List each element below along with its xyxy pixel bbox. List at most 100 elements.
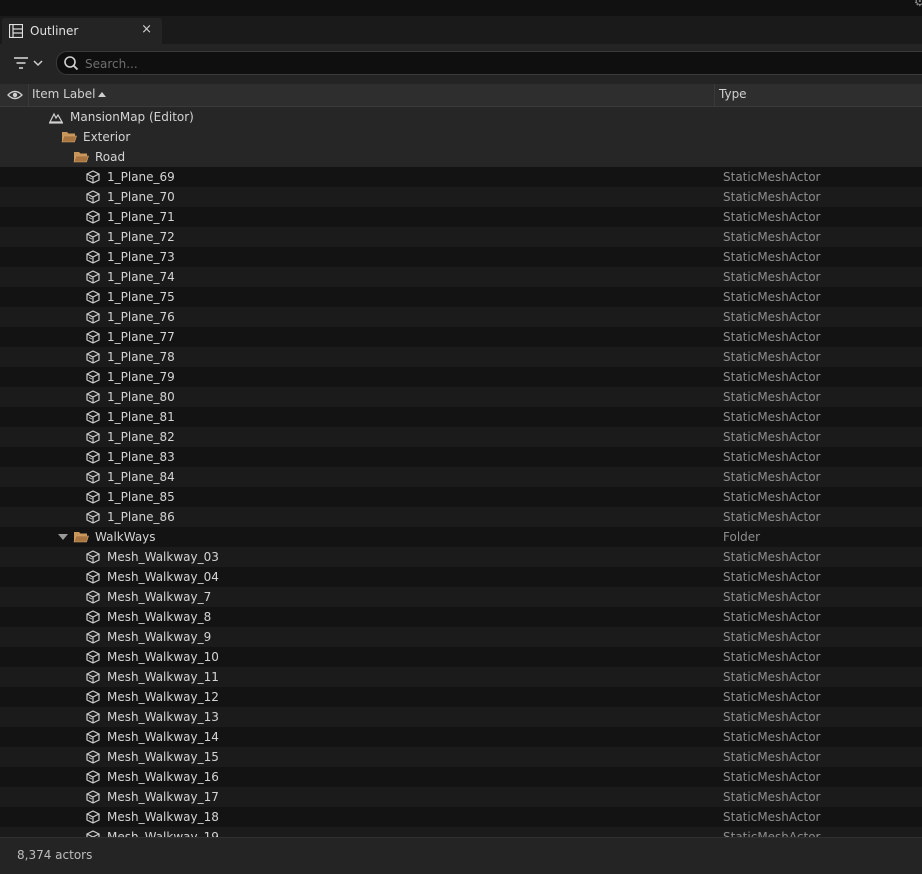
table-row[interactable]: 1_Plane_71 StaticMeshActor: [0, 207, 922, 227]
table-row[interactable]: Mesh_Walkway_7 StaticMeshActor: [0, 587, 922, 607]
outliner-toolbar: [0, 44, 922, 84]
table-row[interactable]: 1_Plane_69 StaticMeshActor: [0, 167, 922, 187]
folder-row[interactable]: Road: [0, 147, 922, 167]
static-mesh-icon: [85, 709, 101, 725]
item-label: MansionMap (Editor): [70, 110, 194, 124]
table-row[interactable]: 1_Plane_79 StaticMeshActor: [0, 367, 922, 387]
item-type: StaticMeshActor: [723, 670, 821, 684]
table-row[interactable]: 1_Plane_75 StaticMeshActor: [0, 287, 922, 307]
tab-title: Outliner: [30, 24, 79, 38]
table-row[interactable]: 1_Plane_70 StaticMeshActor: [0, 187, 922, 207]
item-label: Mesh_Walkway_10: [107, 650, 219, 664]
static-mesh-icon: [85, 509, 101, 525]
table-row[interactable]: 1_Plane_80 StaticMeshActor: [0, 387, 922, 407]
static-mesh-icon: [85, 669, 101, 685]
item-label: Road: [95, 150, 126, 164]
table-row[interactable]: 1_Plane_76 StaticMeshActor: [0, 307, 922, 327]
item-type: StaticMeshActor: [723, 730, 821, 744]
item-type: StaticMeshActor: [723, 350, 821, 364]
table-row[interactable]: Mesh_Walkway_14 StaticMeshActor: [0, 727, 922, 747]
static-mesh-icon: [85, 269, 101, 285]
table-row[interactable]: 1_Plane_83 StaticMeshActor: [0, 447, 922, 467]
item-type: StaticMeshActor: [723, 750, 821, 764]
table-row[interactable]: Mesh_Walkway_16 StaticMeshActor: [0, 767, 922, 787]
close-icon[interactable]: ×: [141, 22, 152, 37]
static-mesh-icon: [85, 349, 101, 365]
item-type: StaticMeshActor: [723, 470, 821, 484]
item-label: Mesh_Walkway_17: [107, 790, 219, 804]
item-type: StaticMeshActor: [723, 550, 821, 564]
static-mesh-icon: [85, 429, 101, 445]
table-row[interactable]: Mesh_Walkway_03 StaticMeshActor: [0, 547, 922, 567]
table-row[interactable]: 1_Plane_73 StaticMeshActor: [0, 247, 922, 267]
table-row[interactable]: Mesh_Walkway_13 StaticMeshActor: [0, 707, 922, 727]
static-mesh-icon: [85, 769, 101, 785]
table-row[interactable]: Mesh_Walkway_11 StaticMeshActor: [0, 667, 922, 687]
table-row[interactable]: 1_Plane_77 StaticMeshActor: [0, 327, 922, 347]
item-type: StaticMeshActor: [723, 410, 821, 424]
item-label: 1_Plane_81: [107, 410, 175, 424]
table-row[interactable]: Mesh_Walkway_18 StaticMeshActor: [0, 807, 922, 827]
item-type: StaticMeshActor: [723, 490, 821, 504]
table-row[interactable]: Mesh_Walkway_8 StaticMeshActor: [0, 607, 922, 627]
gear-icon[interactable]: ⚙: [913, 0, 922, 10]
folder-row[interactable]: MansionMap (Editor): [0, 107, 922, 127]
item-label: Mesh_Walkway_03: [107, 550, 219, 564]
item-type: StaticMeshActor: [723, 710, 821, 724]
table-row[interactable]: 1_Plane_81 StaticMeshActor: [0, 407, 922, 427]
item-type: StaticMeshActor: [723, 590, 821, 604]
table-row[interactable]: 1_Plane_85 StaticMeshActor: [0, 487, 922, 507]
table-row[interactable]: 1_Plane_82 StaticMeshActor: [0, 427, 922, 447]
item-label: 1_Plane_80: [107, 390, 175, 404]
filter-dropdown-icon[interactable]: [12, 54, 48, 74]
tab-outliner[interactable]: Outliner ×: [2, 18, 162, 44]
table-row[interactable]: Mesh_Walkway_19 StaticMeshActor: [0, 827, 922, 837]
table-row[interactable]: 1_Plane_86 StaticMeshActor: [0, 507, 922, 527]
table-row[interactable]: Mesh_Walkway_17 StaticMeshActor: [0, 787, 922, 807]
table-row[interactable]: Mesh_Walkway_10 StaticMeshActor: [0, 647, 922, 667]
eye-icon: [7, 90, 23, 100]
folder-row[interactable]: Exterior: [0, 127, 922, 147]
item-label: Mesh_Walkway_9: [107, 630, 212, 644]
table-row[interactable]: Mesh_Walkway_15 StaticMeshActor: [0, 747, 922, 767]
item-label: Mesh_Walkway_11: [107, 670, 219, 684]
item-label-column-header[interactable]: Item Label: [32, 87, 96, 101]
static-mesh-icon: [85, 649, 101, 665]
item-label: Mesh_Walkway_7: [107, 590, 212, 604]
static-mesh-icon: [85, 449, 101, 465]
table-row[interactable]: 1_Plane_84 StaticMeshActor: [0, 467, 922, 487]
item-label: Mesh_Walkway_8: [107, 610, 212, 624]
static-mesh-icon: [85, 229, 101, 245]
static-mesh-icon: [85, 489, 101, 505]
table-row[interactable]: Mesh_Walkway_9 StaticMeshActor: [0, 627, 922, 647]
folder-row[interactable]: WalkWays Folder: [0, 527, 922, 547]
static-mesh-icon: [85, 309, 101, 325]
item-type: StaticMeshActor: [723, 250, 821, 264]
item-type: StaticMeshActor: [723, 610, 821, 624]
outliner-tree[interactable]: MansionMap (Editor) Exterior Road 1_Plane_6…: [0, 107, 922, 837]
sort-ascending-icon[interactable]: [98, 92, 106, 97]
table-row[interactable]: 1_Plane_74 StaticMeshActor: [0, 267, 922, 287]
outliner-icon: [9, 24, 23, 38]
item-label: 1_Plane_83: [107, 450, 175, 464]
item-label: Mesh_Walkway_14: [107, 730, 219, 744]
search-icon: [64, 56, 79, 71]
table-row[interactable]: Mesh_Walkway_04 StaticMeshActor: [0, 567, 922, 587]
static-mesh-icon: [85, 589, 101, 605]
visibility-column-header[interactable]: [0, 84, 29, 106]
static-mesh-icon: [85, 569, 101, 585]
window-top-bar: ⚙: [0, 0, 922, 16]
table-row[interactable]: Mesh_Walkway_12 StaticMeshActor: [0, 687, 922, 707]
search-input[interactable]: [83, 54, 687, 74]
item-label: Mesh_Walkway_15: [107, 750, 219, 764]
table-row[interactable]: 1_Plane_72 StaticMeshActor: [0, 227, 922, 247]
item-label: 1_Plane_82: [107, 430, 175, 444]
item-label: 1_Plane_79: [107, 370, 175, 384]
type-column-header[interactable]: Type: [714, 84, 922, 106]
table-row[interactable]: 1_Plane_78 StaticMeshActor: [0, 347, 922, 367]
static-mesh-icon: [85, 729, 101, 745]
item-label: 1_Plane_86: [107, 510, 175, 524]
chevron-down-icon[interactable]: [58, 534, 68, 540]
static-mesh-icon: [85, 389, 101, 405]
item-type: StaticMeshActor: [723, 210, 821, 224]
